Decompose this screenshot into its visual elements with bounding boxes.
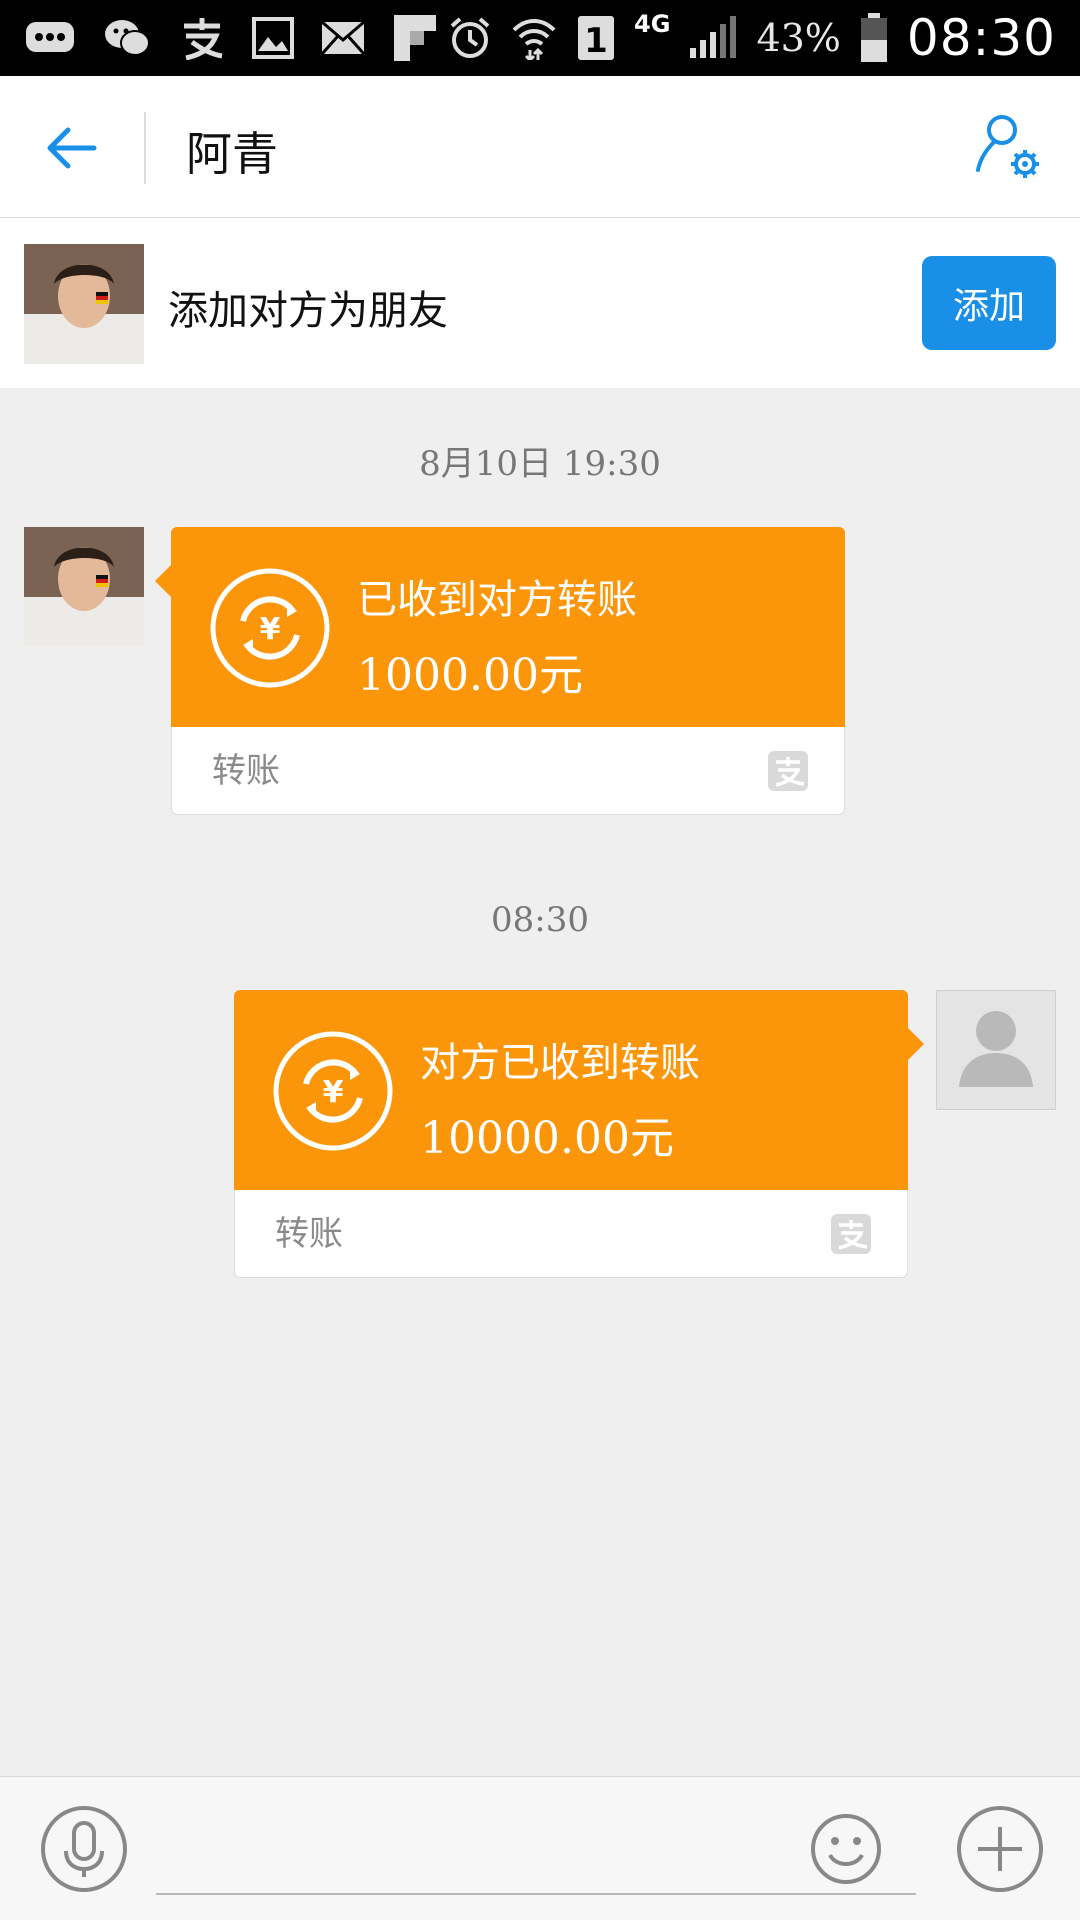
sender-avatar[interactable]: [24, 527, 144, 647]
transfer-card-received[interactable]: ¥ 已收到对方转账 1000.00元 转账: [155, 527, 845, 815]
signal-icon: [688, 16, 738, 60]
wechat-icon: [102, 17, 152, 59]
message-input[interactable]: [156, 1807, 916, 1895]
transfer-amount: 10000.00元: [420, 1113, 674, 1164]
add-friend-button[interactable]: 添加: [922, 256, 1056, 350]
message-timestamp: 08:30: [491, 900, 589, 940]
system-status: 1 4G 43% 08:30: [448, 9, 1056, 67]
alipay-logo-icon: [768, 751, 808, 791]
emoji-button[interactable]: [810, 1813, 882, 1885]
chat-input-bar: [0, 1776, 1080, 1920]
transfer-title: 对方已收到转账: [420, 1040, 700, 1086]
transfer-card-sent[interactable]: ¥ 对方已收到转账 10000.00元 转账: [234, 990, 924, 1278]
arrow-left-icon: [47, 127, 97, 169]
gallery-icon: [252, 17, 294, 59]
battery-icon: [859, 13, 889, 63]
transfer-amount: 1000.00元: [357, 650, 583, 701]
sim-badge: 1: [584, 21, 608, 61]
transfer-card-body: ¥ 对方已收到转账 10000.00元: [234, 990, 908, 1190]
microphone-icon: [41, 1806, 127, 1892]
my-avatar[interactable]: [936, 990, 1056, 1110]
sender-photo: [24, 527, 144, 647]
transfer-title: 已收到对方转账: [357, 577, 637, 623]
mail-icon: [320, 20, 366, 56]
more-actions-button[interactable]: [956, 1805, 1044, 1893]
plus-icon: [957, 1806, 1043, 1892]
transfer-card-footer: 转账: [171, 727, 845, 815]
contact-settings-button[interactable]: [972, 112, 1044, 184]
chat-header: 阿青: [0, 76, 1080, 218]
alipay-icon: [178, 16, 226, 60]
wifi-icon: [510, 16, 558, 60]
header-divider: [144, 112, 146, 184]
notification-icons: [24, 13, 438, 63]
user-settings-icon: [976, 115, 1039, 178]
alipay-logo-icon: [831, 1214, 871, 1254]
contact-photo: [24, 244, 144, 364]
add-friend-label: 添加对方为朋友: [168, 288, 448, 334]
bubble-tail: [908, 1028, 924, 1060]
add-friend-bar: 添加对方为朋友 添加: [0, 218, 1080, 388]
flipboard-icon: [392, 13, 438, 63]
status-bar: 1 4G 43% 08:30: [0, 0, 1080, 76]
alarm-icon: [448, 16, 492, 60]
transfer-card-body: ¥ 已收到对方转账 1000.00元: [171, 527, 845, 727]
svg-text:¥: ¥: [260, 612, 281, 647]
back-button[interactable]: [40, 116, 104, 180]
bubble-tail: [155, 565, 171, 597]
voice-input-button[interactable]: [40, 1805, 128, 1893]
battery-percent: 43%: [756, 16, 841, 60]
clock: 08:30: [906, 9, 1056, 67]
default-user-icon: [959, 1011, 1033, 1087]
transfer-coin-icon: ¥: [273, 1031, 393, 1151]
sim-card-icon: 1: [576, 14, 616, 62]
transfer-type-label: 转账: [212, 751, 280, 791]
message-bubble-icon: [24, 18, 76, 58]
transfer-type-label: 转账: [275, 1214, 343, 1254]
page-title: 阿青: [186, 127, 278, 181]
svg-text:¥: ¥: [323, 1075, 344, 1110]
transfer-card-footer: 转账: [234, 1190, 908, 1278]
smiley-icon: [811, 1814, 881, 1884]
contact-avatar[interactable]: [24, 244, 144, 364]
network-type: 4G: [634, 10, 671, 38]
transfer-coin-icon: ¥: [210, 568, 330, 688]
message-timestamp: 8月10日 19:30: [419, 444, 661, 484]
